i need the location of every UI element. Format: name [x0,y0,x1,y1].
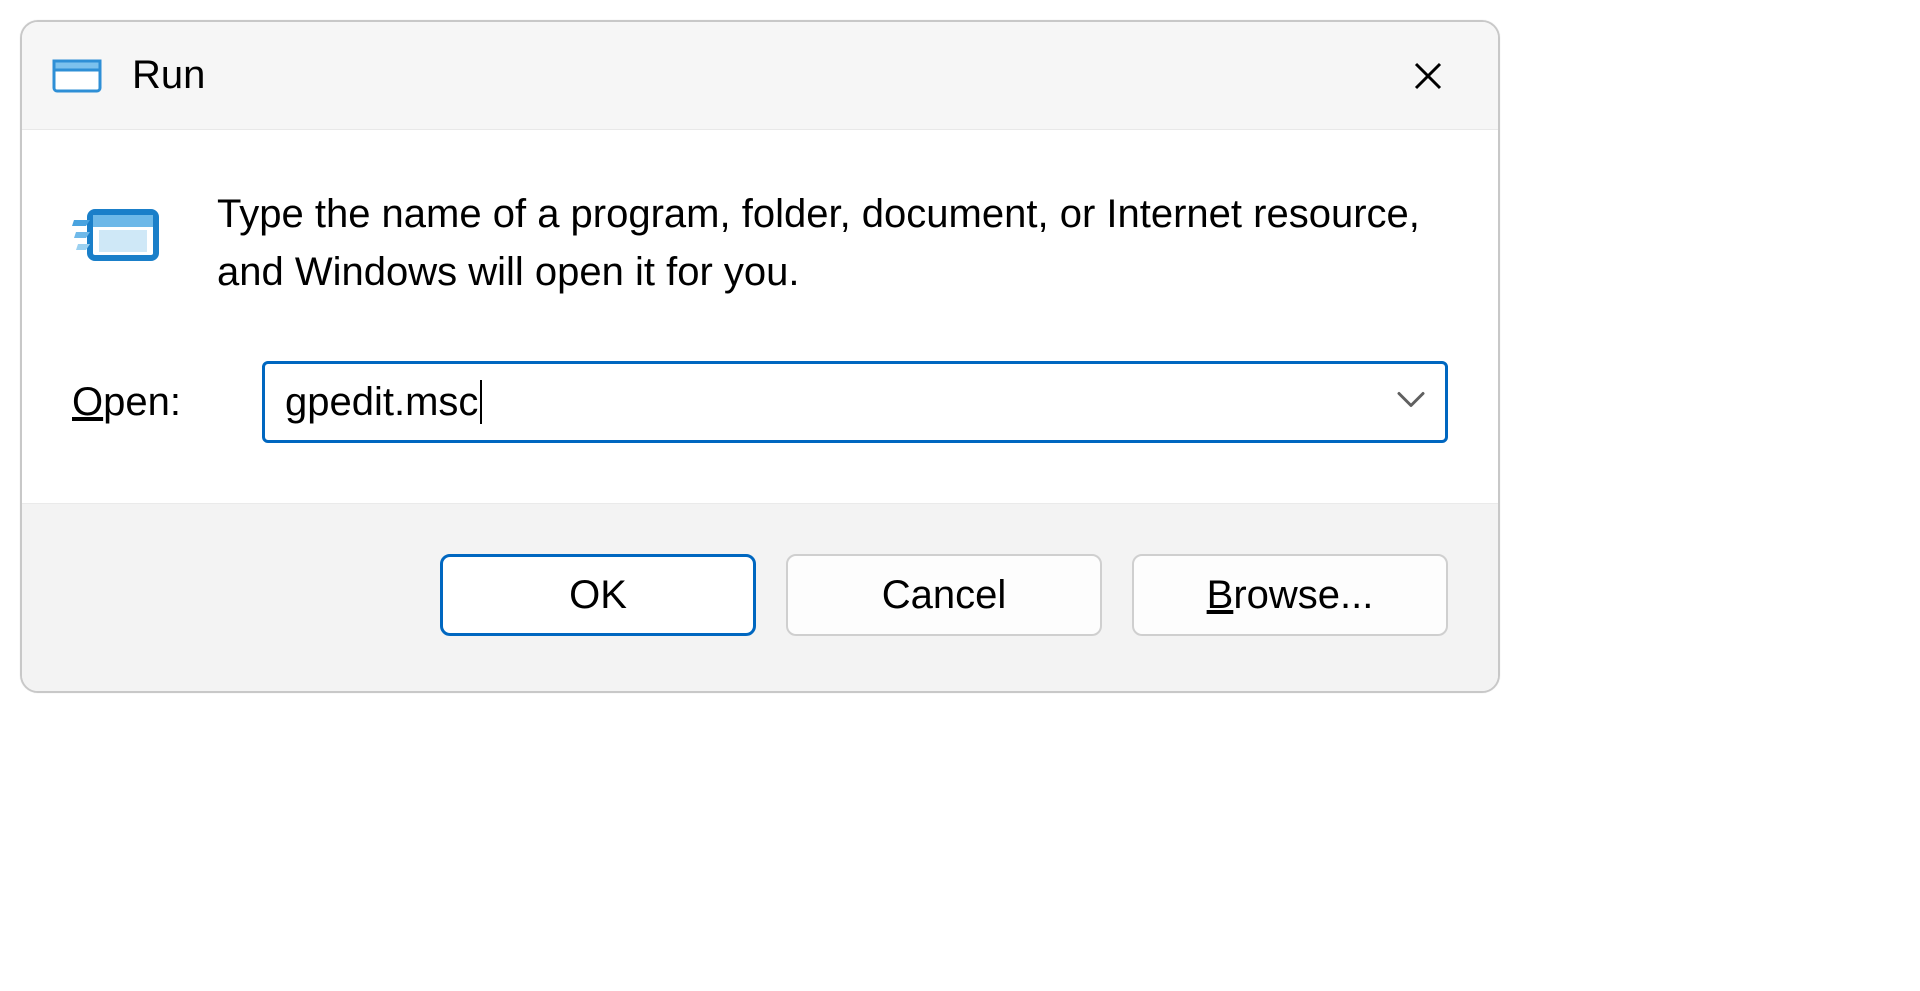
run-titlebar-icon [52,51,102,101]
open-label: Open: [72,380,227,425]
description-text: Type the name of a program, folder, docu… [217,185,1448,301]
run-icon [72,190,162,280]
description-row: Type the name of a program, folder, docu… [72,185,1448,301]
open-row: Open: gpedit.msc [72,361,1448,443]
dialog-title: Run [132,53,1388,98]
browse-button[interactable]: Browse... [1132,554,1448,636]
text-cursor [480,380,482,424]
chevron-down-icon[interactable] [1397,392,1425,413]
close-button[interactable] [1388,36,1468,116]
open-combobox[interactable]: gpedit.msc [262,361,1448,443]
dialog-content: Type the name of a program, folder, docu… [22,130,1498,503]
run-dialog: Run Type the name of a program, folder, … [20,20,1500,693]
ok-button[interactable]: OK [440,554,756,636]
titlebar[interactable]: Run [22,22,1498,130]
cancel-button[interactable]: Cancel [786,554,1102,636]
dialog-footer: OK Cancel Browse... [22,503,1498,691]
open-input[interactable]: gpedit.msc [285,364,482,440]
